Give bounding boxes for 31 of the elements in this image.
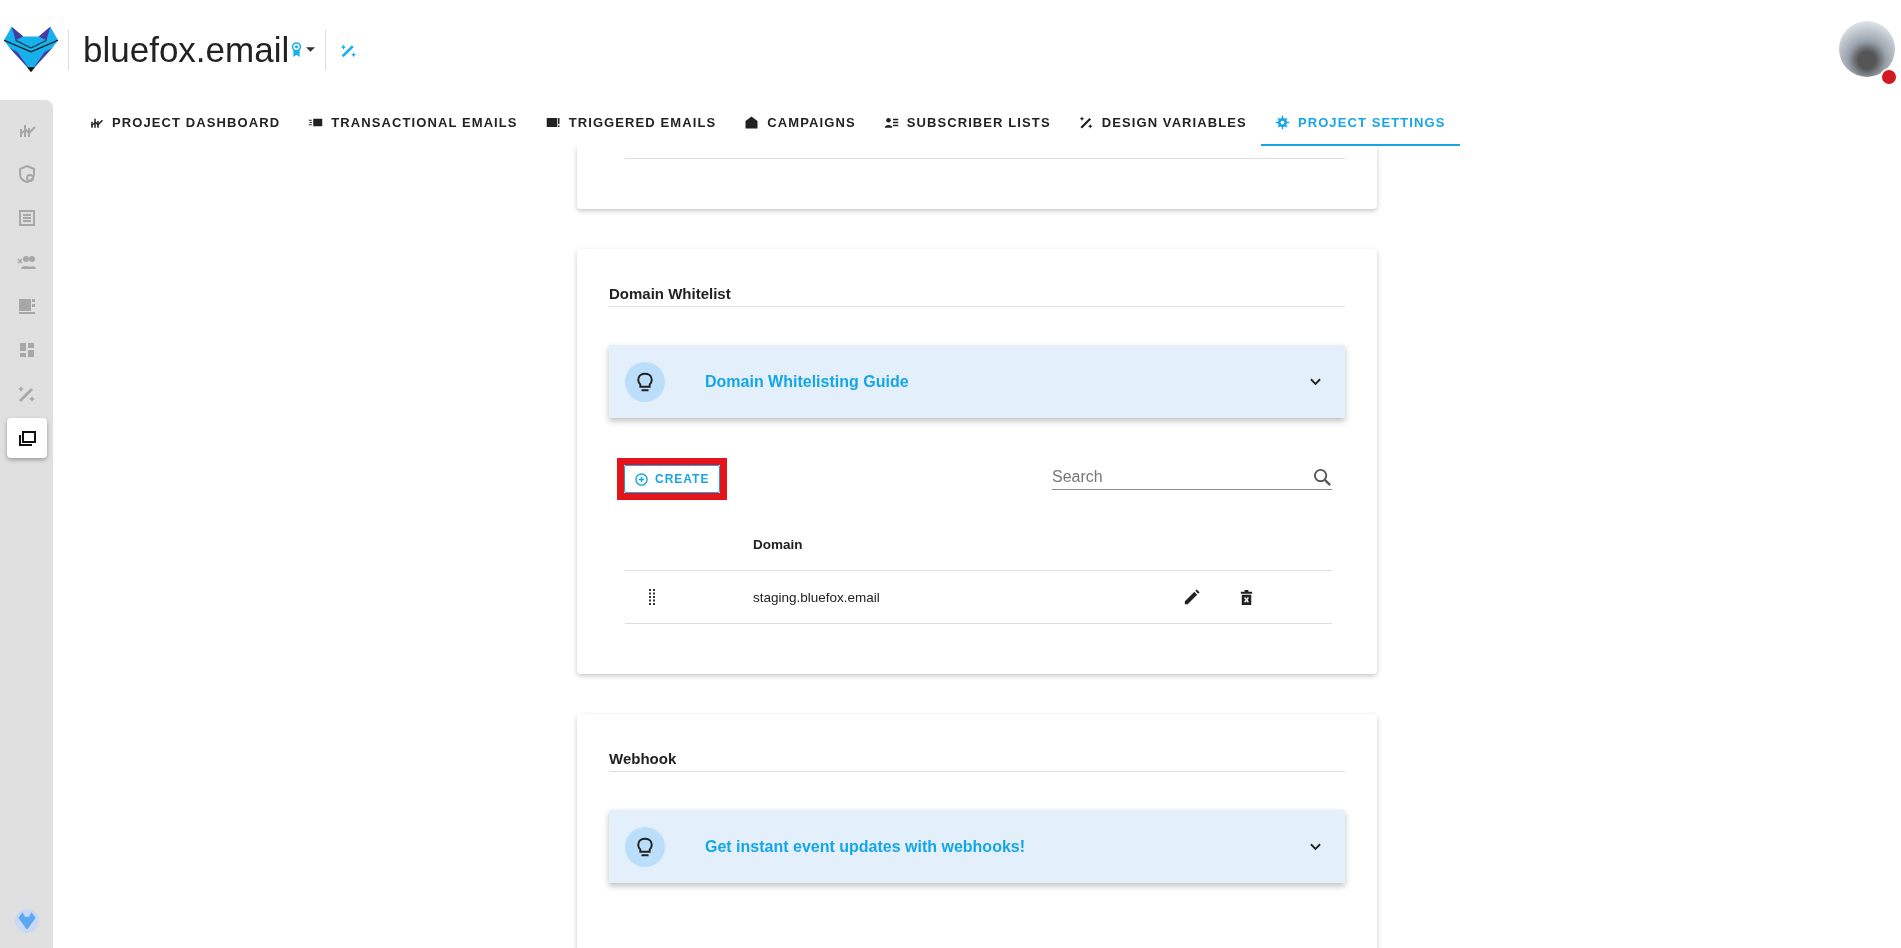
project-title[interactable]: bluefox.email (83, 30, 290, 70)
column-header: Domain (753, 536, 803, 552)
tab[interactable]: TRANSACTIONAL EMAILS (294, 100, 532, 146)
chevron-down-icon[interactable] (1310, 377, 1321, 386)
guide-title: Get instant event updates with webhooks! (705, 837, 1027, 856)
lightbulb-icon (625, 361, 665, 402)
folder-icon[interactable] (6, 418, 47, 458)
caret-icon[interactable] (306, 47, 316, 53)
avatar[interactable] (1839, 21, 1895, 77)
tab[interactable]: TRIGGERED EMAILS (531, 100, 731, 146)
section-title: Domain Whitelist (609, 275, 1345, 307)
award-icon (291, 41, 303, 59)
search-field[interactable]: Search (1052, 468, 1332, 490)
section-title: Webhook (609, 740, 1345, 772)
notification-badge-icon (1880, 68, 1898, 86)
guide-title: Domain Whitelisting Guide (705, 372, 910, 391)
tab[interactable]: SUBSCRIBER LISTS (869, 100, 1065, 146)
search-icon (1313, 468, 1332, 487)
table-cell-text: staging.bluefox.email (753, 589, 881, 605)
settings-icon (1274, 114, 1290, 130)
edit-icon[interactable] (1182, 587, 1201, 607)
drag-handle-icon[interactable] (649, 589, 655, 605)
tab[interactable]: PROJECT DASHBOARD (75, 100, 295, 146)
fox-logo (2, 24, 60, 74)
tab[interactable]: DESIGN VARIABLES (1064, 100, 1261, 146)
chevron-down-icon[interactable] (1310, 842, 1321, 851)
lightbulb-icon (625, 826, 665, 867)
add-circle-icon (635, 472, 648, 486)
tab[interactable]: CAMPAIGNS (730, 100, 870, 146)
fox-logo[interactable] (13, 908, 40, 934)
wand-icon (1078, 114, 1094, 130)
